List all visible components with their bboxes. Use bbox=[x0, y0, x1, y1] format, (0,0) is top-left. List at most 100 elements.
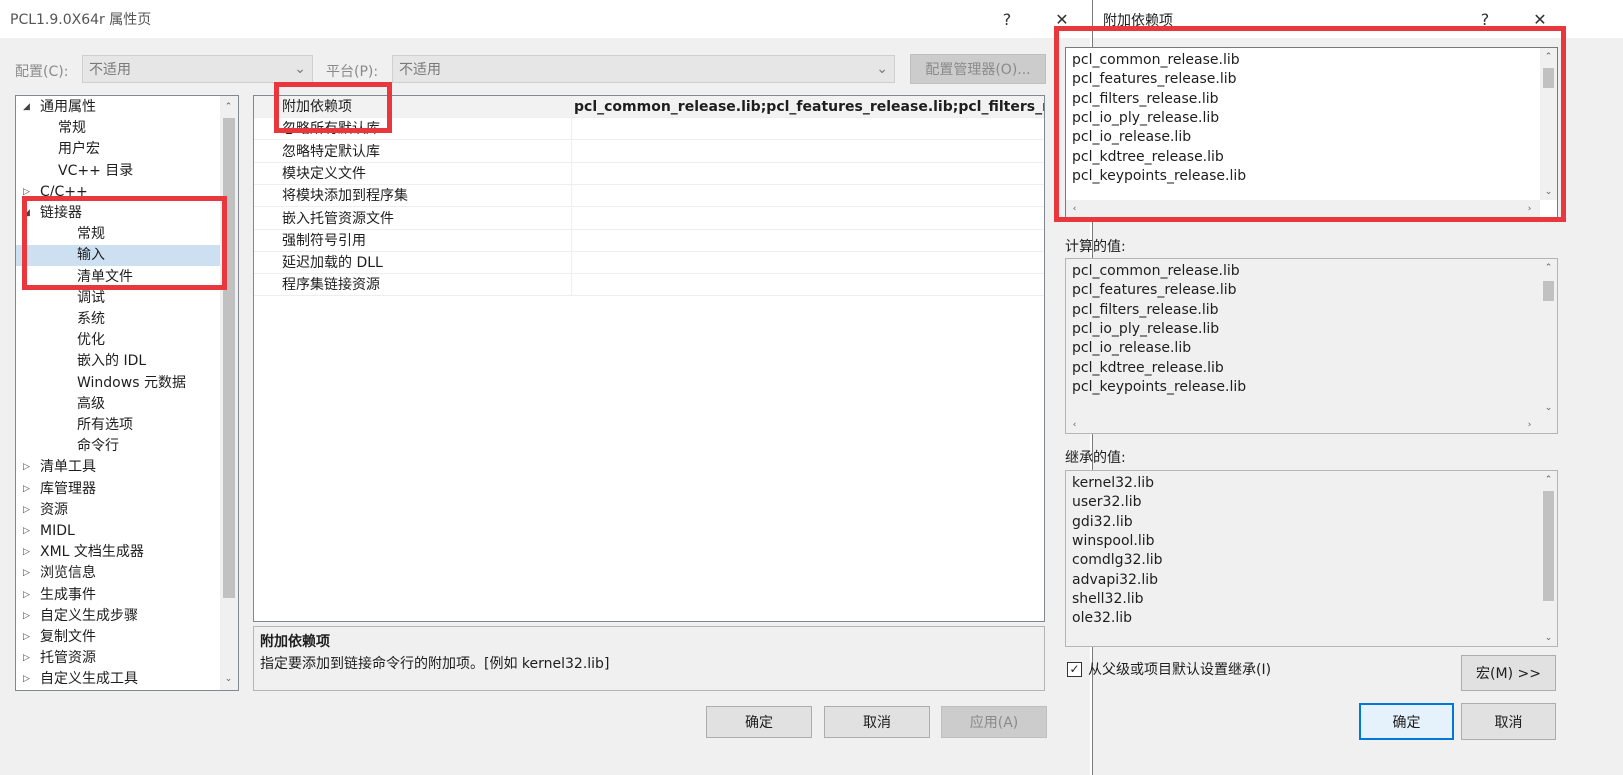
collapsed-arrow-icon[interactable]: ▷ bbox=[23, 521, 30, 542]
expanded-arrow-icon[interactable]: ◢ bbox=[23, 203, 30, 224]
edit-line: pcl_keypoints_release.lib bbox=[1072, 167, 1247, 184]
property-row[interactable]: 模块定义文件 bbox=[254, 162, 1044, 185]
dependencies-edit-box[interactable]: pcl_common_release.lib pcl_features_relea… bbox=[1065, 47, 1558, 218]
tree-item[interactable]: 调试 bbox=[77, 288, 105, 309]
property-row[interactable]: 延迟加载的 DLL bbox=[254, 252, 1044, 275]
collapsed-arrow-icon[interactable]: ▷ bbox=[23, 479, 30, 500]
edit-hscroll[interactable]: ‹ › bbox=[1066, 200, 1540, 217]
collapsed-arrow-icon[interactable]: ▷ bbox=[23, 627, 30, 648]
scroll-left-icon[interactable]: ‹ bbox=[1066, 200, 1083, 217]
tree-item[interactable]: 系统 bbox=[77, 309, 105, 330]
scroll-down-icon[interactable]: ⌄ bbox=[1540, 399, 1557, 416]
tree-item[interactable]: ▷ 资源 bbox=[23, 500, 68, 521]
tree-item[interactable]: ▷ 生成事件 bbox=[23, 585, 96, 606]
collapsed-arrow-icon[interactable]: ▷ bbox=[23, 457, 30, 478]
collapsed-arrow-icon[interactable]: ▷ bbox=[23, 669, 30, 690]
tree-item[interactable]: ▷ 清单工具 bbox=[23, 457, 96, 478]
scroll-left-icon[interactable]: ‹ bbox=[1066, 416, 1083, 433]
property-row[interactable]: 忽略特定默认库 bbox=[254, 140, 1044, 163]
collapsed-arrow-icon[interactable]: ▷ bbox=[23, 500, 30, 521]
scroll-down-icon[interactable]: ⌄ bbox=[1540, 183, 1557, 200]
expanded-arrow-icon[interactable]: ◢ bbox=[23, 97, 30, 118]
collapsed-arrow-icon[interactable]: ▷ bbox=[23, 182, 30, 203]
dep-ok-button[interactable]: 确定 bbox=[1359, 703, 1454, 740]
column-divider bbox=[571, 185, 572, 208]
tree-item-label: 自定义生成步骤 bbox=[40, 607, 138, 624]
tree-item[interactable]: 常规 bbox=[77, 224, 105, 245]
config-manager-button[interactable]: 配置管理器(O)... bbox=[910, 54, 1046, 84]
scrollbar-thumb[interactable] bbox=[1543, 68, 1554, 88]
dep-close-icon[interactable]: ✕ bbox=[1523, 4, 1557, 34]
tree-item[interactable]: ▷ 复制文件 bbox=[23, 627, 96, 648]
tree-item[interactable]: VC++ 目录 bbox=[58, 161, 133, 182]
config-dropdown[interactable]: 不适用 ⌄ bbox=[82, 55, 313, 83]
scrollbar-thumb[interactable] bbox=[1543, 281, 1554, 301]
property-row[interactable]: 嵌入托管资源文件 bbox=[254, 207, 1044, 230]
tree-item[interactable]: ◢ 链接器 bbox=[23, 203, 82, 224]
tree-item[interactable]: 常规 bbox=[58, 118, 86, 139]
column-divider bbox=[571, 118, 572, 141]
collapsed-arrow-icon[interactable]: ▷ bbox=[23, 563, 30, 584]
eval-hscroll[interactable]: ‹ › bbox=[1066, 416, 1540, 433]
close-icon[interactable]: ✕ bbox=[1045, 4, 1079, 34]
eval-vscroll[interactable]: ⌃ ⌄ bbox=[1540, 259, 1557, 416]
tree-item[interactable]: Windows 元数据 bbox=[77, 373, 186, 394]
collapsed-arrow-icon[interactable]: ▷ bbox=[23, 606, 30, 627]
apply-button[interactable]: 应用(A) bbox=[941, 706, 1047, 738]
collapsed-arrow-icon[interactable]: ▷ bbox=[23, 585, 30, 606]
tree-item[interactable]: ▷ 库管理器 bbox=[23, 479, 96, 500]
dep-cancel-button[interactable]: 取消 bbox=[1461, 703, 1556, 740]
property-row[interactable]: 忽略所有默认库 bbox=[254, 118, 1044, 141]
scroll-up-icon[interactable]: ⌃ bbox=[1540, 259, 1557, 276]
scroll-right-icon[interactable]: › bbox=[1521, 200, 1538, 217]
property-name: 模块定义文件 bbox=[282, 165, 366, 182]
scroll-up-icon[interactable]: ⌃ bbox=[220, 98, 237, 115]
inherit-checkbox[interactable]: ✓ bbox=[1067, 661, 1082, 677]
macros-button[interactable]: 宏(M) >> bbox=[1461, 655, 1556, 691]
help-button[interactable]: ? bbox=[990, 4, 1024, 34]
tree-item[interactable]: 所有选项 bbox=[77, 415, 133, 436]
inherited-label: 继承的值: bbox=[1065, 450, 1126, 466]
tree-list: ◢ 通用属性 常规 用户宏 VC++ 目录 ▷ C/C++ ◢ 链接器 常规 输入 清单文件 调试 系统优… bbox=[16, 96, 220, 690]
tree-item[interactable]: ▷ 托管资源 bbox=[23, 648, 96, 669]
property-row[interactable]: 强制符号引用 bbox=[254, 229, 1044, 252]
tree-item[interactable]: 高级 bbox=[77, 394, 105, 415]
tree-item[interactable]: ▷ XML 文档生成器 bbox=[23, 542, 144, 563]
tree-item[interactable]: 嵌入的 IDL bbox=[77, 351, 146, 372]
tree-item[interactable]: 用户宏 bbox=[58, 139, 100, 160]
tree-item[interactable]: 命令行 bbox=[77, 436, 119, 457]
edit-vscroll[interactable]: ⌃ ⌄ bbox=[1540, 48, 1557, 200]
tree-item[interactable]: 优化 bbox=[77, 330, 105, 351]
scroll-down-icon[interactable]: ⌄ bbox=[1540, 629, 1557, 646]
tree-item[interactable]: ▷ 自定义生成步骤 bbox=[23, 606, 138, 627]
property-row[interactable]: 附加依赖项 pcl_common_release.lib;pcl_features… bbox=[254, 96, 1044, 118]
dep-help-button[interactable]: ? bbox=[1468, 4, 1502, 34]
edit-line: pcl_features_release.lib bbox=[1072, 71, 1237, 88]
scroll-down-icon[interactable]: ⌄ bbox=[220, 670, 237, 687]
tree-item[interactable]: 清单文件 bbox=[77, 267, 133, 288]
title-bar: PCL1.9.0X64r 属性页 ? ✕ bbox=[0, 0, 1090, 38]
property-row[interactable]: 程序集链接资源 bbox=[254, 274, 1044, 297]
scroll-up-icon[interactable]: ⌃ bbox=[1540, 48, 1557, 65]
tree-scrollbar[interactable]: ⌃ ⌄ bbox=[220, 96, 238, 690]
tree-item[interactable]: ▷ 浏览信息 bbox=[23, 563, 96, 584]
collapsed-arrow-icon[interactable]: ▷ bbox=[23, 648, 30, 669]
scroll-up-icon[interactable]: ⌃ bbox=[1540, 471, 1557, 488]
tree-item[interactable]: ▷ MIDL bbox=[23, 521, 75, 542]
cancel-button[interactable]: 取消 bbox=[824, 706, 930, 738]
ok-button[interactable]: 确定 bbox=[706, 706, 812, 738]
tree-item[interactable]: ◢ 通用属性 bbox=[23, 97, 96, 118]
tree-item[interactable]: 输入 bbox=[16, 245, 220, 267]
platform-dropdown[interactable]: 不适用 ⌄ bbox=[392, 55, 895, 83]
scrollbar-thumb[interactable] bbox=[1543, 491, 1554, 601]
scrollbar-thumb[interactable] bbox=[223, 118, 235, 598]
property-value[interactable]: pcl_common_release.lib;pcl_features_rele… bbox=[574, 96, 1044, 118]
inherit-checkbox-row[interactable]: ✓ 从父级或项目默认设置继承(I) bbox=[1067, 659, 1271, 679]
collapsed-arrow-icon[interactable]: ▷ bbox=[23, 542, 30, 563]
property-row[interactable]: 将模块添加到程序集 bbox=[254, 185, 1044, 208]
inh-vscroll[interactable]: ⌃ ⌄ bbox=[1540, 471, 1557, 646]
scroll-right-icon[interactable]: › bbox=[1521, 416, 1538, 433]
tree-item[interactable]: ▷ 自定义生成工具 bbox=[23, 669, 138, 690]
tree-item[interactable]: ▷ C/C++ bbox=[23, 182, 88, 203]
tree-item-label: 高级 bbox=[77, 395, 105, 412]
